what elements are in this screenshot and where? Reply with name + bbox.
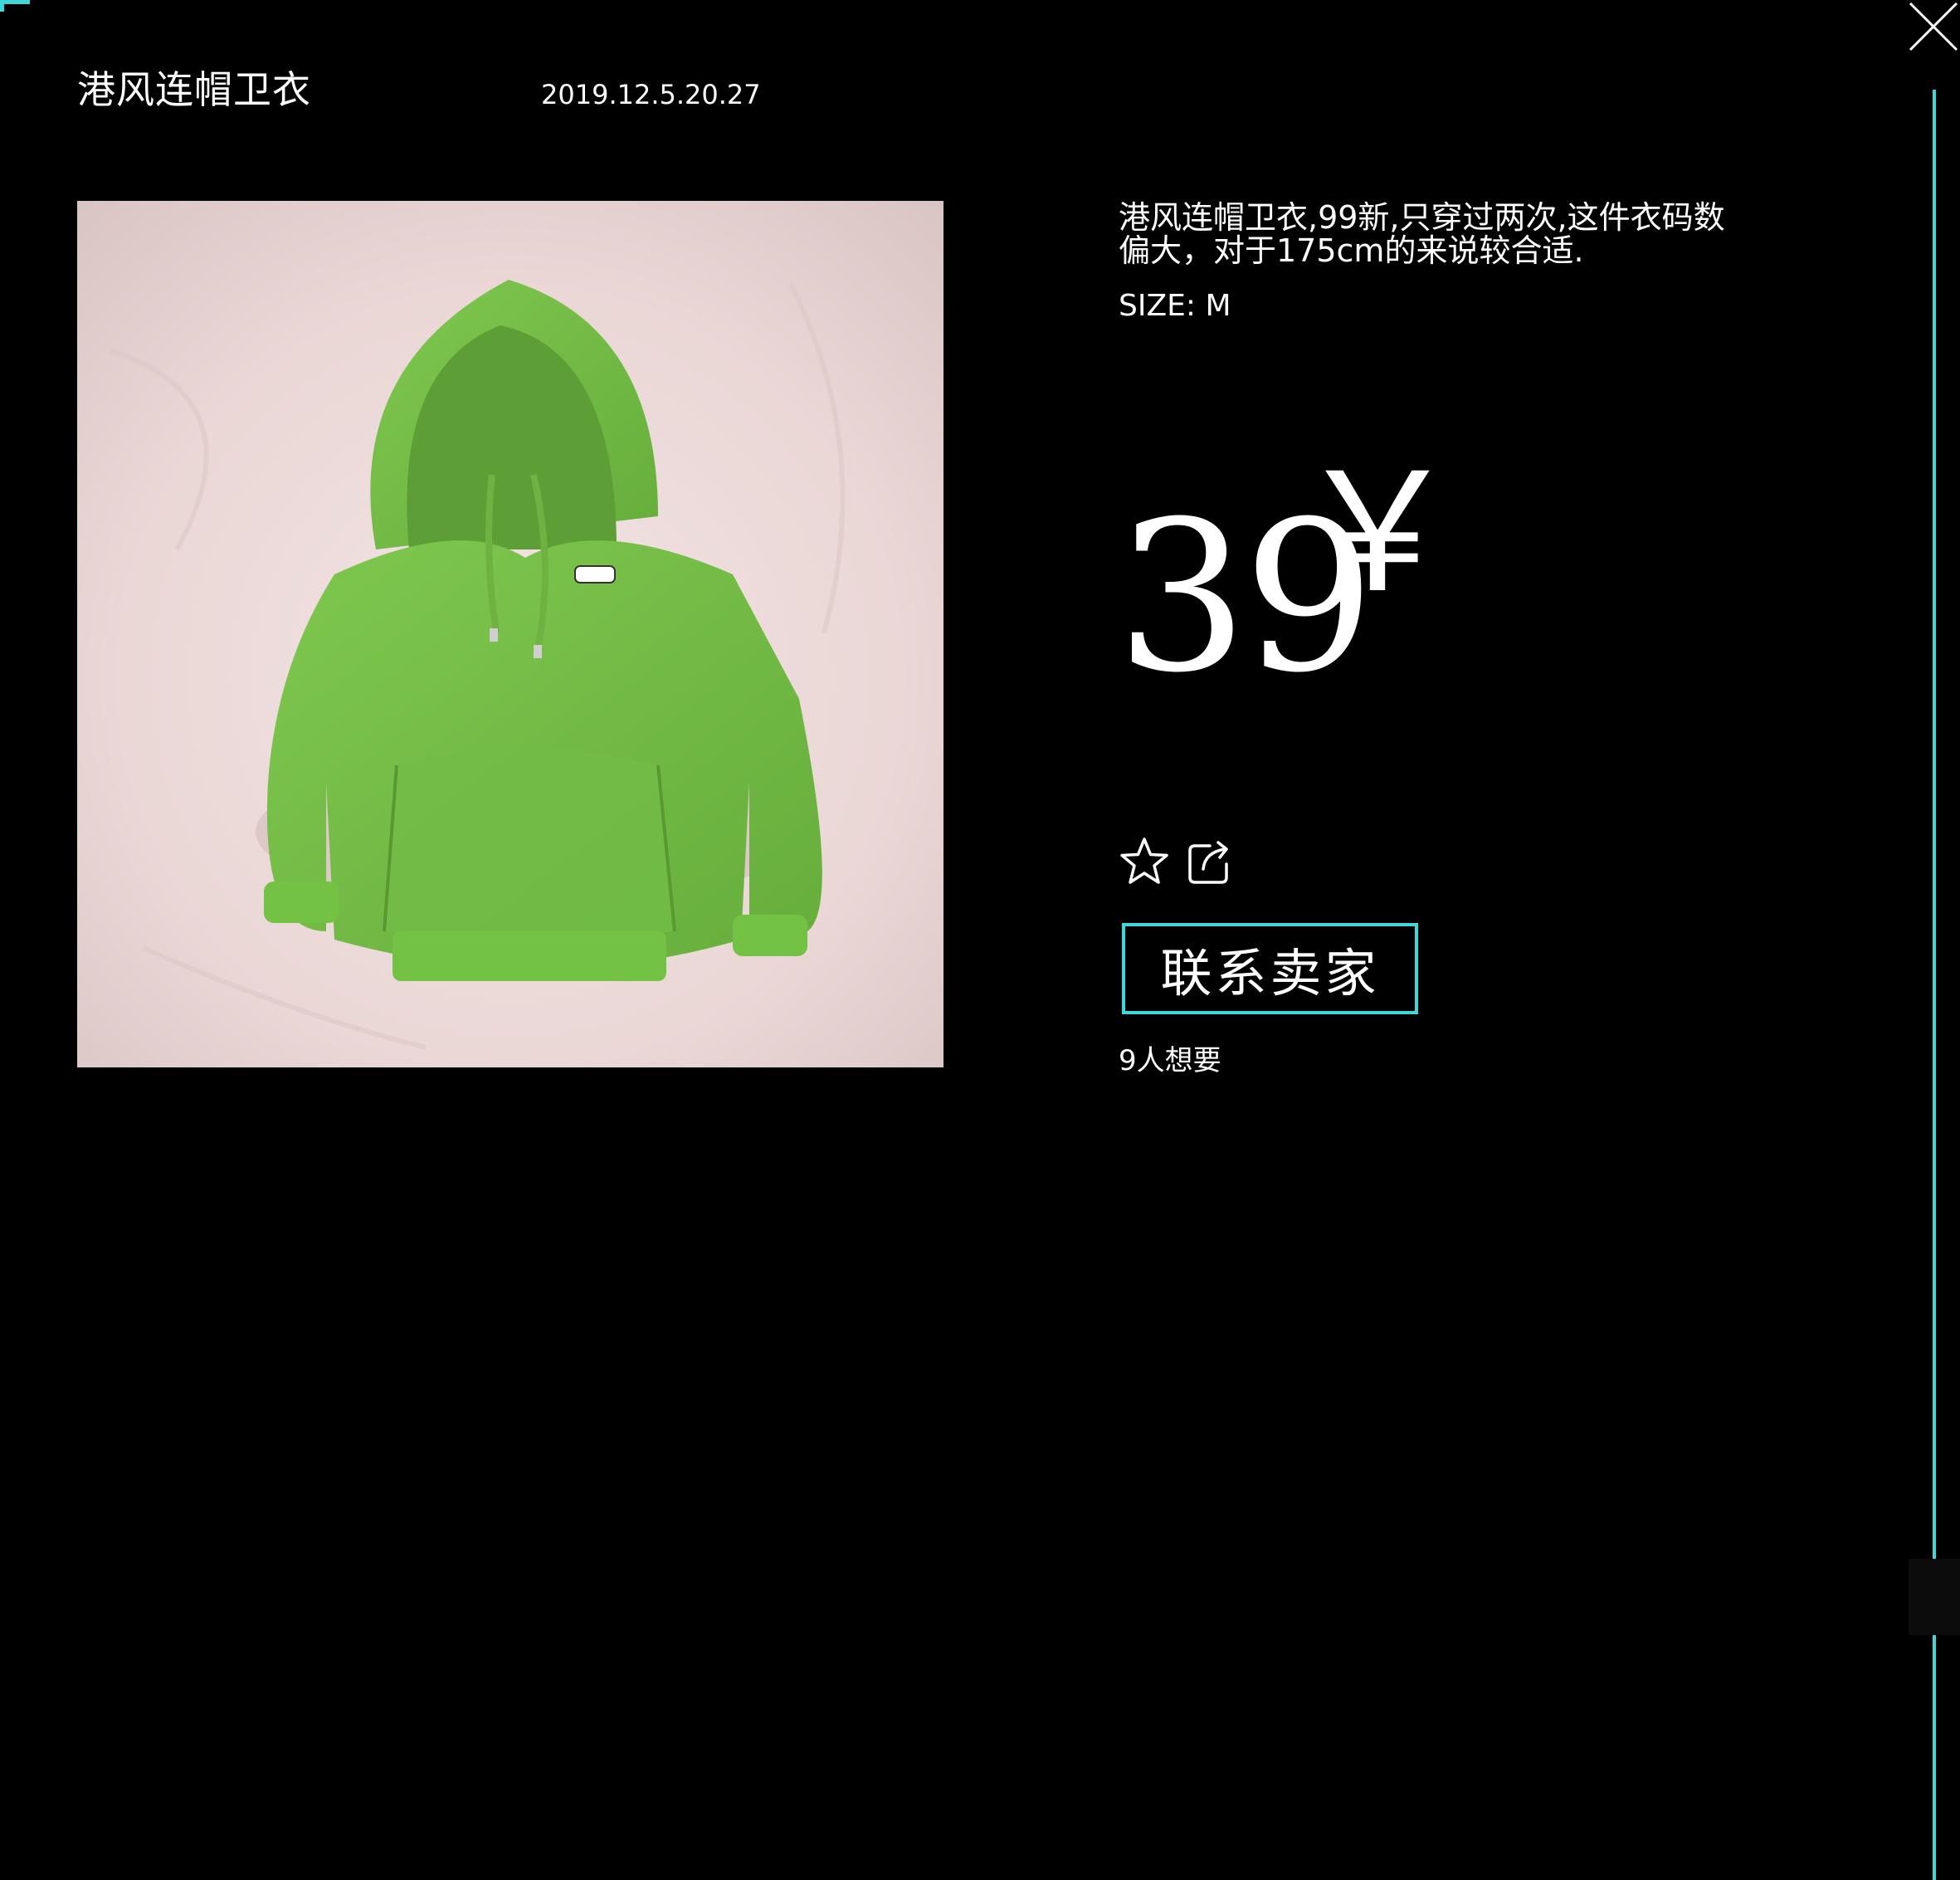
- favorite-button[interactable]: [1119, 836, 1170, 887]
- listing-title: 港风连帽卫衣: [77, 67, 311, 112]
- want-count: 9人想要: [1119, 1044, 1221, 1077]
- currency-symbol: ￥: [1294, 443, 1461, 627]
- close-button[interactable]: [1907, 0, 1960, 53]
- listing-date: 2019.12.5.20.27: [541, 79, 761, 110]
- star-icon: [1120, 837, 1168, 884]
- share-icon: [1188, 841, 1228, 884]
- scrollbar-thumb[interactable]: [1909, 1559, 1960, 1635]
- product-photo: [77, 201, 943, 1067]
- share-button[interactable]: [1185, 836, 1236, 887]
- close-icon: [1909, 2, 1958, 51]
- contact-seller-button[interactable]: 联系卖家: [1122, 923, 1418, 1014]
- listing-description: 港风连帽卫衣,99新,只穿过两次,这件衣码数偏大，对于175cm的来说较合适.: [1119, 199, 1725, 269]
- listing-size: SIZE: M: [1119, 289, 1231, 323]
- action-icons: [1119, 835, 1236, 888]
- corner-bracket-decoration: [0, 0, 30, 12]
- price-display: 39 ￥: [1116, 452, 1460, 701]
